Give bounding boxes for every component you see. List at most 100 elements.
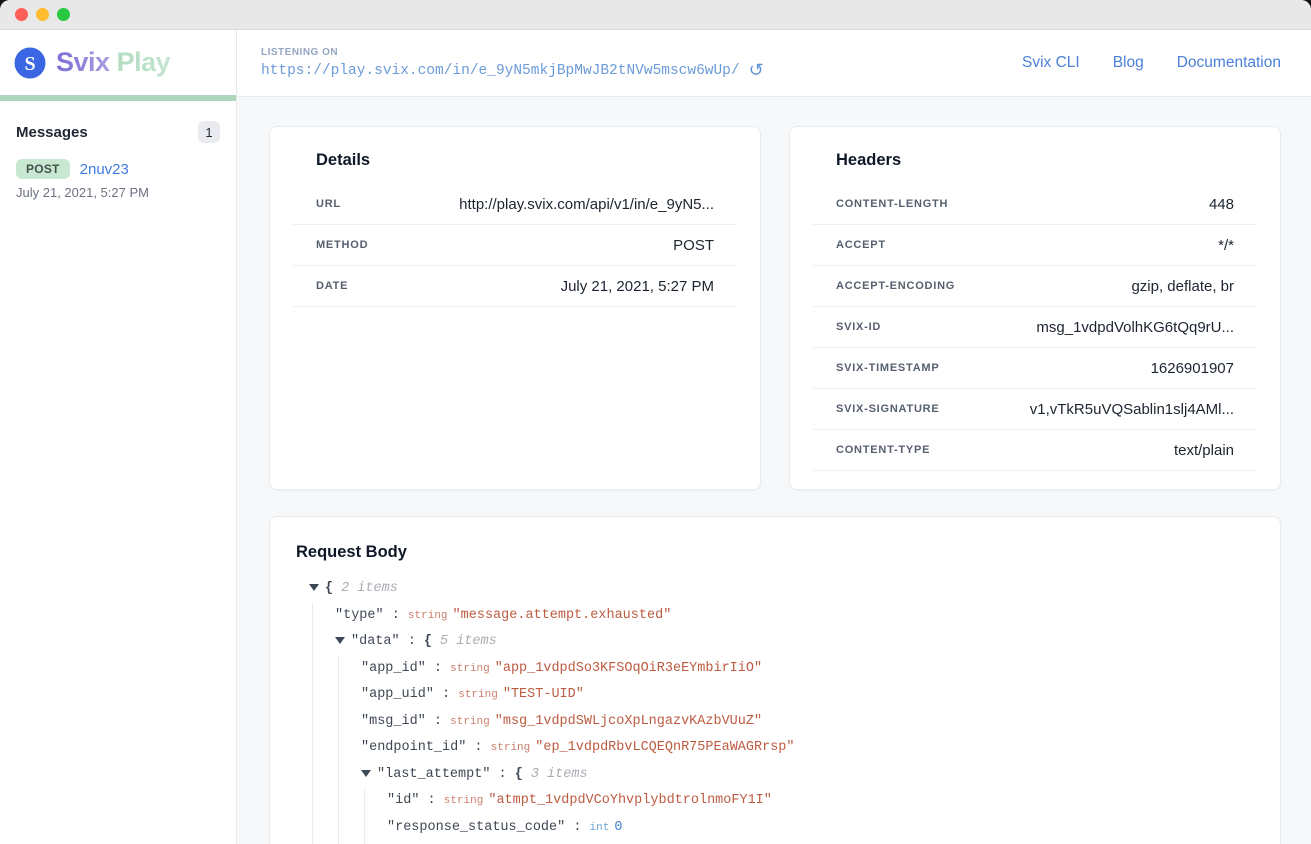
request-body-card: Request Body {2 items typestringmessage.… xyxy=(269,516,1281,844)
json-string-value: msg_1vdpdSWLjcoXpLngazvKAzbVUuZ xyxy=(495,714,762,729)
json-root-group: typestringmessage.attempt.exhausted data… xyxy=(312,603,1254,844)
json-tree-viewer: {2 items typestringmessage.attempt.exhau… xyxy=(296,576,1254,844)
messages-header: Messages 1 xyxy=(0,101,236,155)
svg-text:S: S xyxy=(24,53,35,75)
details-row-method: METHOD POST xyxy=(293,225,737,266)
json-int-value: 0 xyxy=(614,820,622,835)
headers-row-content-type: CONTENT-TYPE text/plain xyxy=(813,430,1257,471)
row-value: POST xyxy=(673,237,714,254)
request-body-title: Request Body xyxy=(296,543,1254,562)
row-value: msg_1vdpdVolhKG6tQq9rU... xyxy=(1036,319,1234,336)
messages-title: Messages xyxy=(16,124,88,141)
json-line-type: typestring message.attempt.exhausted xyxy=(335,603,1254,630)
headers-row-content-length: CONTENT-LENGTH 448 xyxy=(813,184,1257,225)
details-row-url: URL http://play.svix.com/api/v1/in/e_9yN… xyxy=(293,184,737,225)
json-type-label: string xyxy=(458,689,498,701)
main-content: Details URL http://play.svix.com/api/v1/… xyxy=(237,97,1311,844)
row-label: ACCEPT-ENCODING xyxy=(836,280,955,292)
json-string-value: ep_1vdpdRbvLCQEQnR75PEaWAGRrsp xyxy=(535,740,794,755)
json-open-brace: { xyxy=(325,581,333,596)
listening-on-label: LISTENING ON xyxy=(261,47,764,58)
json-line-last-attempt: last_attempt{3 items xyxy=(361,762,1254,789)
json-key: id xyxy=(387,793,444,808)
svix-logo-icon: S xyxy=(14,47,46,79)
json-items-count: 5 items xyxy=(440,634,497,649)
headers-row-svix-id: SVIX-ID msg_1vdpdVolhKG6tQq9rU... xyxy=(813,307,1257,348)
row-label: CONTENT-LENGTH xyxy=(836,198,948,210)
row-value: gzip, deflate, br xyxy=(1131,278,1234,295)
json-type-label: string xyxy=(491,742,531,754)
sidebar: S Svix Play Messages 1 POST 2nuv23 July … xyxy=(0,30,237,844)
headers-card-title: Headers xyxy=(836,151,1234,170)
row-value: v1,vTkR5uVQSablin1slj4AMl... xyxy=(1030,401,1234,418)
row-value: 448 xyxy=(1209,196,1234,213)
refresh-url-icon[interactable]: ↺ xyxy=(749,61,764,79)
json-line-id: idstring atmpt_1vdpdVCoYhvplybdtrolnmoFY1… xyxy=(387,788,1254,815)
row-value: 1626901907 xyxy=(1151,360,1234,377)
row-label: METHOD xyxy=(316,239,368,251)
json-key: data xyxy=(351,634,424,649)
topbar: LISTENING ON https://play.svix.com/in/e_… xyxy=(237,30,1311,97)
close-window-button[interactable] xyxy=(15,8,28,21)
headers-card: Headers CONTENT-LENGTH 448 ACCEPT */* AC… xyxy=(789,126,1281,490)
app-window: S Svix Play Messages 1 POST 2nuv23 July … xyxy=(0,0,1311,844)
zoom-window-button[interactable] xyxy=(57,8,70,21)
json-last-attempt-group: idstring atmpt_1vdpdVCoYhvplybdtrolnmoFY1… xyxy=(364,788,1254,844)
row-label: SVIX-SIGNATURE xyxy=(836,403,939,415)
json-type-label: string xyxy=(444,795,484,807)
listening-on-block: LISTENING ON https://play.svix.com/in/e_… xyxy=(261,47,764,80)
brand-primary: Svix xyxy=(56,47,110,77)
json-open-brace: { xyxy=(515,767,523,782)
json-key: last_attempt xyxy=(377,767,515,782)
nav-link-documentation[interactable]: Documentation xyxy=(1177,54,1281,72)
messages-count-badge: 1 xyxy=(198,121,220,143)
json-items-count: 3 items xyxy=(531,767,588,782)
json-string-value: message.attempt.exhausted xyxy=(453,608,672,623)
message-date: July 21, 2021, 5:27 PM xyxy=(16,185,220,200)
row-label: URL xyxy=(316,198,341,210)
json-string-value: atmpt_1vdpdVCoYhvplybdtrolnmoFY1I xyxy=(488,793,772,808)
svix-play-logo[interactable]: S Svix Play xyxy=(0,30,236,95)
json-type-label: string xyxy=(408,610,448,622)
json-items-count: 2 items xyxy=(341,581,398,596)
row-label: SVIX-ID xyxy=(836,321,881,333)
message-list-item[interactable]: POST 2nuv23 July 21, 2021, 5:27 PM xyxy=(0,155,236,200)
row-label: SVIX-TIMESTAMP xyxy=(836,362,939,374)
headers-row-svix-signature: SVIX-SIGNATURE v1,vTkR5uVQSablin1slj4AMl… xyxy=(813,389,1257,430)
minimize-window-button[interactable] xyxy=(36,8,49,21)
json-key: app_id xyxy=(361,661,450,676)
collapse-caret-icon[interactable] xyxy=(361,770,371,777)
json-open-brace: { xyxy=(424,634,432,649)
row-value: */* xyxy=(1218,237,1234,254)
method-badge: POST xyxy=(16,159,70,179)
json-type-label: int xyxy=(590,822,610,834)
brand-name: Svix Play xyxy=(56,47,170,78)
top-nav: Svix CLI Blog Documentation xyxy=(1022,54,1281,72)
nav-link-svix-cli[interactable]: Svix CLI xyxy=(1022,54,1080,72)
listening-url[interactable]: https://play.svix.com/in/e_9yN5mkjBpMwJB… xyxy=(261,63,740,79)
json-key: app_uid xyxy=(361,687,458,702)
nav-link-blog[interactable]: Blog xyxy=(1113,54,1144,72)
json-type-label: string xyxy=(450,716,490,728)
row-label: CONTENT-TYPE xyxy=(836,444,930,456)
json-string-value: TEST-UID xyxy=(503,687,584,702)
collapse-caret-icon[interactable] xyxy=(309,584,319,591)
details-card: Details URL http://play.svix.com/api/v1/… xyxy=(269,126,761,490)
details-card-title: Details xyxy=(316,151,714,170)
headers-row-svix-timestamp: SVIX-TIMESTAMP 1626901907 xyxy=(813,348,1257,389)
row-label: DATE xyxy=(316,280,348,292)
row-label: ACCEPT xyxy=(836,239,886,251)
json-data-group: app_idstringapp_1vdpdSo3KFSOqOiR3eEYmbir… xyxy=(338,656,1254,844)
row-value: text/plain xyxy=(1174,442,1234,459)
json-root-line: {2 items xyxy=(309,576,1254,603)
macos-titlebar xyxy=(0,0,1311,30)
json-key: msg_id xyxy=(361,714,450,729)
brand-secondary: Play xyxy=(117,47,171,77)
message-id-link[interactable]: 2nuv23 xyxy=(80,161,129,178)
row-value: July 21, 2021, 5:27 PM xyxy=(561,278,714,295)
json-key: endpoint_id xyxy=(361,740,491,755)
json-line-response-status-code: response_status_codeint0 xyxy=(387,815,1254,842)
json-key: type xyxy=(335,608,408,623)
row-value: http://play.svix.com/api/v1/in/e_9yN5... xyxy=(459,196,714,213)
collapse-caret-icon[interactable] xyxy=(335,637,345,644)
